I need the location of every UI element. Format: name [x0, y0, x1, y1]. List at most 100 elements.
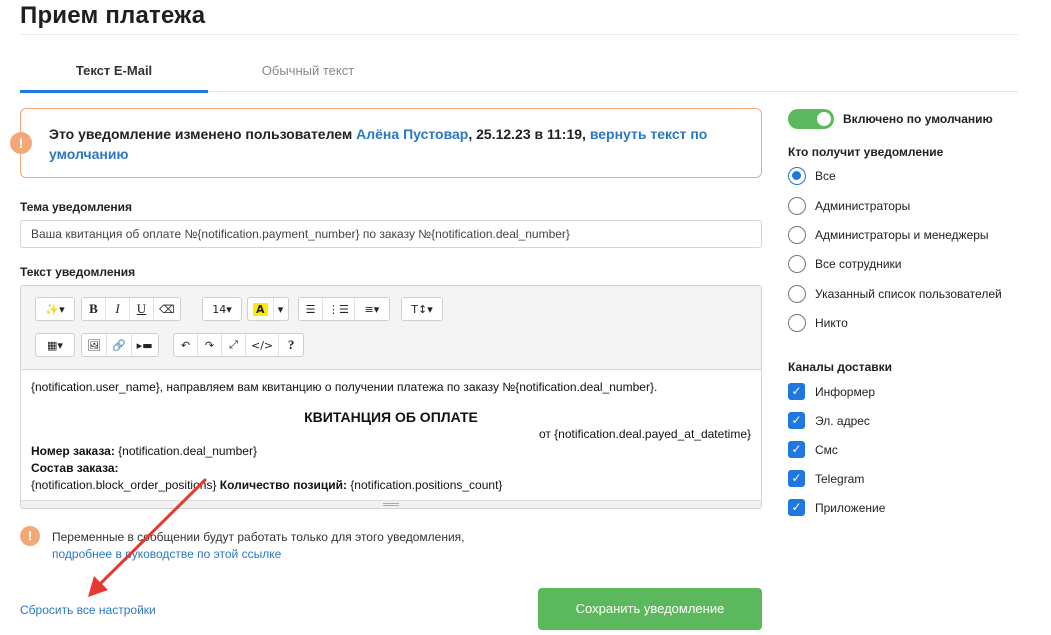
tab-email-text[interactable]: Текст E-Mail [20, 63, 208, 78]
default-enabled-label: Включено по умолчанию [843, 112, 993, 126]
fullscreen-icon[interactable]: ⤢ [222, 334, 246, 356]
radio-button[interactable] [788, 255, 806, 273]
help-icon[interactable]: ? [279, 334, 303, 356]
toolbar-group-lists: ☰ ⋮☰ ≡▾ [298, 297, 390, 321]
channel-option-telegram[interactable]: ✓ Telegram [788, 469, 1038, 489]
channel-option-label: Смс [815, 443, 838, 457]
toolbar-group-color: A ▾ [247, 297, 289, 321]
checkmark-icon[interactable]: ✓ [788, 499, 805, 516]
exclamation-icon: ! [20, 526, 40, 546]
channel-option-label: Telegram [815, 472, 865, 486]
payment-date-line: от {notification.deal.payed_at_datetime} [538, 427, 751, 441]
toolbar-group-format: B I U ⌫ [81, 297, 181, 321]
warning-date: , 25.12.23 в 11:19, [468, 126, 590, 142]
checkmark-icon[interactable]: ✓ [788, 383, 805, 400]
line-height-icon[interactable]: T↕▾ [402, 298, 442, 320]
channel-option-label: Эл. адрес [815, 414, 870, 428]
channels-title: Каналы доставки [788, 360, 893, 374]
link-icon[interactable]: 🔗 [107, 334, 132, 356]
bold-button[interactable]: B [82, 298, 106, 320]
table-icon[interactable]: ▦▾ [36, 334, 74, 356]
recipient-option-label: Все [815, 169, 836, 183]
toolbar-group-size: 14▾ [202, 297, 242, 321]
guide-link[interactable]: подробнее в руководстве по этой ссылке [52, 546, 465, 563]
channel-option-informer[interactable]: ✓ Информер [788, 382, 1038, 402]
default-enabled-toggle[interactable] [788, 109, 834, 129]
channel-option-email[interactable]: ✓ Эл. адрес [788, 411, 1038, 431]
image-icon[interactable]: 🖼 [82, 334, 107, 356]
recipient-option-admins[interactable]: Администраторы [788, 196, 1038, 216]
modified-warning-box: ! Это уведомление изменено пользователем… [10, 108, 762, 178]
greeting-line: {notification.user_name}, направляем вам… [31, 380, 658, 394]
recipient-option-label: Никто [815, 316, 848, 330]
recipient-option-all-staff[interactable]: Все сотрудники [788, 254, 1038, 274]
toolbar-group-style: ✨▾ [35, 297, 75, 321]
reset-settings-link[interactable]: Сбросить все настройки [20, 603, 156, 617]
variables-note-text: Переменные в сообщении будут работать то… [52, 529, 465, 563]
toolbar-group-table: ▦▾ [35, 333, 75, 357]
tab-plain-text[interactable]: Обычный текст [208, 63, 408, 78]
radio-button[interactable] [788, 197, 806, 215]
positions-count-value: {notification.positions_count} [346, 478, 503, 492]
recipient-option-label: Указанный список пользователей [815, 287, 1002, 301]
order-number-line: Номер заказа: {notification.deal_number} [31, 443, 751, 460]
warning-prefix: Это уведомление изменено пользователем [49, 126, 357, 142]
magic-wand-icon[interactable]: ✨▾ [36, 298, 74, 320]
subject-label: Тема уведомления [20, 200, 132, 214]
color-dropdown-icon[interactable]: ▾ [274, 298, 288, 320]
bullet-list-icon[interactable]: ☰ [299, 298, 323, 320]
radio-button[interactable] [788, 167, 806, 185]
align-icon[interactable]: ≡▾ [355, 298, 389, 320]
composition-line: Состав заказа: [31, 460, 751, 477]
radio-button[interactable] [788, 226, 806, 244]
page-title: Прием платежа [20, 2, 206, 29]
recipient-option-all[interactable]: Все [788, 166, 1038, 186]
subject-input[interactable]: Ваша квитанция об оплате №{notification.… [20, 220, 762, 248]
order-number-label: Номер заказа: [31, 444, 115, 458]
toolbar-group-history: ↶ ↷ ⤢ </> ? [173, 333, 305, 357]
checkmark-icon[interactable]: ✓ [788, 412, 805, 429]
recipient-option-nobody[interactable]: Никто [788, 313, 1038, 333]
recipient-option-admins-managers[interactable]: Администраторы и менеджеры [788, 225, 1038, 245]
recipient-option-user-list[interactable]: Указанный список пользователей [788, 284, 1038, 304]
undo-icon[interactable]: ↶ [174, 334, 198, 356]
toolbar-group-insert: 🖼 🔗 ▸▬ [81, 333, 159, 357]
modified-by-user-link[interactable]: Алёна Пустовар [356, 126, 468, 142]
recipient-option-label: Все сотрудники [815, 257, 902, 271]
highlight-letter: A [253, 302, 268, 316]
modified-warning-text: Это уведомление изменено пользователем А… [49, 124, 729, 164]
title-divider [20, 34, 1018, 35]
radio-button[interactable] [788, 285, 806, 303]
channel-option-sms[interactable]: ✓ Смс [788, 440, 1038, 460]
toolbar-group-height: T↕▾ [401, 297, 443, 321]
grip-icon [383, 503, 399, 506]
recipient-option-label: Администраторы и менеджеры [815, 228, 989, 242]
underline-button[interactable]: U [130, 298, 154, 320]
font-size-select[interactable]: 14▾ [203, 298, 241, 320]
default-enabled-row: Включено по умолчанию [788, 108, 1038, 130]
highlight-color-button[interactable]: A [248, 298, 274, 320]
checkmark-icon[interactable]: ✓ [788, 441, 805, 458]
positions-line: {notification.block_order_positions} Кол… [31, 477, 751, 494]
channel-option-app[interactable]: ✓ Приложение [788, 498, 1038, 518]
checkmark-icon[interactable]: ✓ [788, 470, 805, 487]
variables-note-line: Переменные в сообщении будут работать то… [52, 530, 465, 544]
save-notification-button[interactable]: Сохранить уведомление [538, 588, 762, 630]
editor-resize-handle[interactable] [21, 500, 761, 508]
body-label: Текст уведомления [20, 265, 136, 279]
positions-count-label: Количество позиций: [219, 478, 347, 492]
code-view-icon[interactable]: </> [246, 334, 280, 356]
radio-button[interactable] [788, 314, 806, 332]
rich-text-editor[interactable]: ✨▾ B I U ⌫ 14▾ A ▾ ☰ ⋮☰ ≡▾ T↕▾ ▦▾ 🖼 🔗 ▸▬… [20, 285, 762, 509]
editor-content[interactable]: {notification.user_name}, направляем вам… [21, 371, 761, 501]
italic-button[interactable]: I [106, 298, 130, 320]
eraser-icon[interactable]: ⌫ [154, 298, 180, 320]
redo-icon[interactable]: ↷ [198, 334, 222, 356]
order-number-value: {notification.deal_number} [114, 444, 257, 458]
annotation-arrow-head [88, 576, 108, 597]
tab-bar: Текст E-Mail Обычный текст [20, 54, 1018, 93]
recipient-option-label: Администраторы [815, 199, 911, 213]
positions-block: {notification.block_order_positions} [31, 478, 220, 492]
video-icon[interactable]: ▸▬ [132, 334, 158, 356]
numbered-list-icon[interactable]: ⋮☰ [323, 298, 355, 320]
